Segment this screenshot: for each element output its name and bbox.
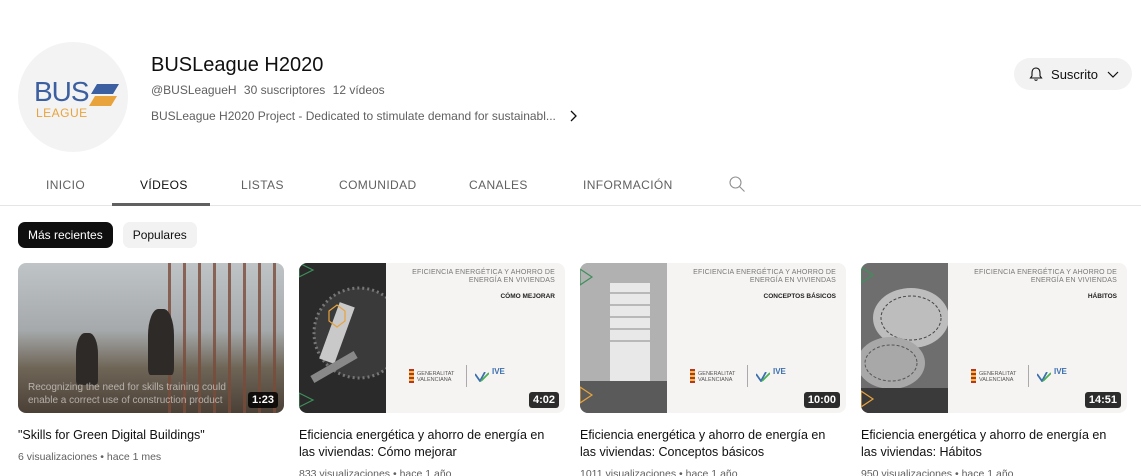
ive-logo-icon bbox=[756, 372, 770, 382]
generalitat-logo-icon bbox=[971, 369, 976, 383]
filter-chips: Más recientes Populares bbox=[18, 222, 207, 248]
subscriber-count: 30 suscriptores bbox=[243, 83, 326, 97]
tab-informacion[interactable]: INFORMACIÓN bbox=[583, 178, 673, 192]
bell-icon bbox=[1029, 67, 1043, 81]
ive-logo-text: IVE bbox=[492, 367, 505, 376]
video-title[interactable]: "Skills for Green Digital Buildings" bbox=[18, 427, 278, 444]
worker-figure bbox=[148, 309, 174, 375]
chip-popular[interactable]: Populares bbox=[122, 222, 197, 248]
channel-description[interactable]: BUSLeague H2020 Project - Dedicated to s… bbox=[151, 109, 580, 123]
ive-logo-text: IVE bbox=[773, 367, 786, 376]
active-tab-indicator bbox=[112, 203, 210, 206]
generalitat-logo-text: GENERALITAT VALENCIANA bbox=[417, 371, 455, 383]
tab-canales[interactable]: CANALES bbox=[469, 178, 528, 192]
search-icon[interactable] bbox=[728, 175, 746, 193]
chevron-right-icon bbox=[570, 110, 577, 122]
video-meta: 1011 visualizaciones • hace 1 año bbox=[580, 468, 738, 476]
generalitat-logo-text: GENERALITAT VALENCIANA bbox=[979, 371, 1017, 383]
video-card[interactable]: EFICIENCIA ENERGÉTICA Y AHORRO DE ENERGÍ… bbox=[580, 263, 846, 476]
generalitat-logo-text: GENERALITAT VALENCIANA bbox=[698, 371, 736, 383]
video-card[interactable]: Recognizing the need for skills training… bbox=[18, 263, 284, 463]
generalitat-logo-icon bbox=[409, 369, 414, 383]
thumbnail-header: EFICIENCIA ENERGÉTICA Y AHORRO DE ENERGÍ… bbox=[693, 269, 836, 284]
generalitat-logo-icon bbox=[690, 369, 695, 383]
channel-description-text: BUSLeague H2020 Project - Dedicated to s… bbox=[151, 109, 556, 123]
video-duration: 10:00 bbox=[803, 392, 840, 408]
thumbnail-photo bbox=[861, 263, 948, 413]
chevron-down-icon bbox=[1107, 71, 1119, 78]
video-card[interactable]: EFICIENCIA ENERGÉTICA Y AHORRO DE ENERGÍ… bbox=[861, 263, 1127, 476]
logo-bus-text: BUS bbox=[34, 76, 90, 107]
thumbnail-subtitle: CONCEPTOS BÁSICOS bbox=[763, 293, 836, 300]
video-card[interactable]: EFICIENCIA ENERGÉTICA Y AHORRO DE ENERGÍ… bbox=[299, 263, 565, 476]
channel-info: BUSLeague H2020 @BUSLeagueH 30 suscripto… bbox=[151, 54, 580, 123]
thumbnail-photo bbox=[299, 263, 386, 413]
channel-title: BUSLeague H2020 bbox=[151, 54, 324, 76]
video-meta: 950 visualizaciones • hace 1 año bbox=[861, 468, 1014, 476]
worker-figure bbox=[76, 333, 98, 385]
video-title[interactable]: Eficiencia energética y ahorro de energí… bbox=[580, 427, 840, 461]
tab-inicio[interactable]: INICIO bbox=[46, 178, 85, 192]
tab-videos[interactable]: VÍDEOS bbox=[140, 178, 188, 192]
thumbnail-photo bbox=[580, 263, 667, 413]
logo-separator bbox=[466, 365, 467, 387]
channel-meta: @BUSLeagueH 30 suscriptores 12 vídeos bbox=[151, 83, 580, 97]
ive-logo-icon bbox=[1037, 372, 1051, 382]
video-count: 12 vídeos bbox=[332, 83, 385, 97]
logo-league-text: LEAGUE bbox=[36, 106, 88, 120]
video-thumbnail[interactable]: Recognizing the need for skills training… bbox=[18, 263, 284, 413]
busleague-logo-icon bbox=[89, 84, 119, 106]
channel-handle: @BUSLeagueH bbox=[151, 83, 237, 97]
video-title[interactable]: Eficiencia energética y ahorro de energí… bbox=[861, 427, 1121, 461]
channel-header: BUS LEAGUE BUSLeague H2020 @BUSLeagueH 3… bbox=[18, 42, 1132, 152]
video-thumbnail[interactable]: EFICIENCIA ENERGÉTICA Y AHORRO DE ENERGÍ… bbox=[580, 263, 846, 413]
logo-separator bbox=[1028, 365, 1029, 387]
video-thumbnail[interactable]: EFICIENCIA ENERGÉTICA Y AHORRO DE ENERGÍ… bbox=[299, 263, 565, 413]
thumbnail-subtitle: CÓMO MEJORAR bbox=[500, 293, 555, 300]
subscribed-label: Suscrito bbox=[1051, 66, 1098, 82]
video-title[interactable]: Eficiencia energética y ahorro de energí… bbox=[299, 427, 559, 461]
video-duration: 1:23 bbox=[247, 392, 278, 408]
video-duration: 4:02 bbox=[528, 392, 559, 408]
thumbnail-header: EFICIENCIA ENERGÉTICA Y AHORRO DE ENERGÍ… bbox=[412, 269, 555, 284]
video-meta: 833 visualizaciones • hace 1 año bbox=[299, 468, 452, 476]
video-duration: 14:51 bbox=[1084, 392, 1121, 408]
chip-most-recent[interactable]: Más recientes bbox=[18, 222, 113, 248]
tab-listas[interactable]: LISTAS bbox=[241, 178, 284, 192]
ive-logo-text: IVE bbox=[1054, 367, 1067, 376]
ive-logo-icon bbox=[475, 372, 489, 382]
thumbnail-caption: Recognizing the need for skills training… bbox=[28, 382, 226, 406]
logo-separator bbox=[747, 365, 748, 387]
channel-tabs: INICIO VÍDEOS LISTAS COMUNIDAD CANALES I… bbox=[0, 164, 1141, 206]
thumbnail-subtitle: HÁBITOS bbox=[1087, 293, 1117, 300]
subscribed-button[interactable]: Suscrito bbox=[1014, 58, 1132, 90]
video-meta: 6 visualizaciones • hace 1 mes bbox=[18, 451, 162, 463]
video-thumbnail[interactable]: EFICIENCIA ENERGÉTICA Y AHORRO DE ENERGÍ… bbox=[861, 263, 1127, 413]
channel-avatar[interactable]: BUS LEAGUE bbox=[18, 42, 128, 152]
tab-comunidad[interactable]: COMUNIDAD bbox=[339, 178, 417, 192]
thumbnail-header: EFICIENCIA ENERGÉTICA Y AHORRO DE ENERGÍ… bbox=[974, 269, 1117, 284]
